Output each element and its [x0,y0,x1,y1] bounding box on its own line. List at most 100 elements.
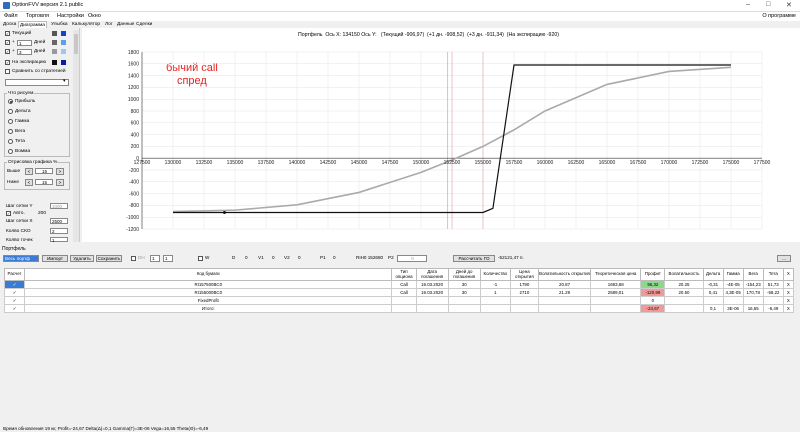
plus3-color-swatch-2[interactable] [61,49,66,54]
column-header[interactable]: Тип опциона [391,268,417,281]
current-color-swatch[interactable] [52,31,57,36]
strategy-select[interactable] [5,79,69,86]
plus1-color-swatch-2[interactable] [61,40,66,45]
column-header[interactable]: Код бумаги [24,268,393,281]
table-cell: -120,99 [640,288,666,297]
menu-settings[interactable]: Настройки [57,13,84,19]
row-delete-button[interactable]: X [782,288,795,297]
calc-checkbox-cell[interactable]: ✓ [3,280,26,289]
dh-checkbox[interactable] [131,256,136,261]
close-icon[interactable]: ✕ [786,1,792,9]
column-header[interactable]: Дельта [702,268,724,281]
calc-checkbox-cell[interactable]: ✓ [3,288,26,297]
y-tick-label: 600 [131,121,140,127]
points-input[interactable]: 1 [50,237,68,243]
table-cell [391,296,417,305]
table-cell: 1790 [509,280,539,289]
x-tick-label: 157500 [506,160,523,166]
row-delete-button[interactable]: X [782,280,795,289]
tab-diagram[interactable]: Диаграмма [18,21,47,28]
tab-board[interactable]: Доска [2,21,17,28]
radio-delta[interactable] [8,109,13,114]
tab-deals[interactable]: Сделки [135,21,153,28]
grid-x-input[interactable]: 2500 [50,218,68,224]
menu-window[interactable]: Окно [88,13,101,19]
column-header[interactable]: Гамма [722,268,744,281]
maximize-icon[interactable]: □ [766,1,770,8]
column-header[interactable]: Теоретическая цена [590,268,642,281]
above-input[interactable]: 15 [35,168,53,174]
v2-value: 0 [298,255,301,260]
dh-input-1[interactable]: 1 [150,255,160,262]
table-row[interactable]: ✓ FixedProfit 0 X [3,296,795,305]
plus3-color-swatch[interactable] [52,49,57,54]
plus1-days-input[interactable]: 1 [17,40,32,46]
portfolio-select[interactable]: Весь портф [3,255,39,262]
plus1-checkbox[interactable]: ✓ [5,40,10,45]
y-tick-label: -1000 [126,215,139,221]
radio-gamma[interactable] [8,119,13,124]
menu-file[interactable]: Файл [4,13,18,19]
delete-button[interactable]: Удалить [70,255,94,262]
plus1-color-swatch[interactable] [52,40,57,45]
w-checkbox[interactable] [198,256,203,261]
p2-input[interactable]: 0 [397,255,427,262]
expiry-color-swatch[interactable] [52,60,57,65]
current-color-swatch-2[interactable] [61,31,66,36]
below-decrease-button[interactable]: < [25,179,33,186]
plus3-checkbox[interactable]: ✓ [5,49,10,54]
tab-data[interactable]: Данные [116,21,135,28]
column-header[interactable]: Вега [742,268,764,281]
scrollbar-thumb[interactable] [74,34,78,54]
calc-checkbox-cell[interactable]: ✓ [3,296,26,305]
column-header[interactable]: Волатильность открытия [537,268,592,281]
radio-profit[interactable] [8,99,13,104]
compare-checkbox[interactable] [5,69,10,74]
above-decrease-button[interactable]: < [25,168,33,175]
column-header[interactable]: Количество [479,268,511,281]
column-header[interactable]: X [782,268,795,281]
column-header[interactable]: Расчет [3,268,26,281]
column-header[interactable]: Дней до погашения [447,268,481,281]
chevron-down-icon[interactable]: ▾ [63,79,65,84]
calc-checkbox-cell[interactable]: ✓ [3,304,26,313]
tab-log[interactable]: Лог [104,21,114,28]
menu-trading[interactable]: Торговля [26,13,49,19]
radio-vomma[interactable] [8,149,13,154]
row-delete-button[interactable]: X [782,304,795,313]
grid-y-input[interactable]: 1000 [50,203,68,209]
portfolio-table: Расчет Код бумаги Тип опциона Дата погашени… [3,268,795,313]
row-delete-button[interactable]: X [782,296,795,305]
current-checkbox[interactable]: ✓ [5,31,10,36]
dh-input-2[interactable]: 1 [163,255,173,262]
auto-checkbox[interactable]: ✓ [6,211,11,216]
expiry-color-swatch-2[interactable] [61,60,66,65]
table-row[interactable]: ✓ RI157500BC0 Call 19.03.2020 30 -1 1790 20.87 1… [3,280,795,289]
calc-go-button[interactable]: Рассчитать ГО [453,255,495,262]
left-panel-scrollbar[interactable] [73,30,79,242]
column-header[interactable]: Цена открытия [509,268,539,281]
tab-calculator[interactable]: Калькулятор [71,21,101,28]
below-increase-button[interactable]: > [56,179,64,186]
tab-smile[interactable]: Улыбка [50,21,69,28]
below-input[interactable]: 15 [35,179,53,185]
menu-about[interactable]: О программе [762,13,796,19]
column-header[interactable]: Дата погашения [415,268,449,281]
sko-input[interactable]: 2 [50,228,68,234]
import-button[interactable]: Импорт [42,255,68,262]
expiry-checkbox[interactable]: ✓ [5,60,10,65]
minimize-icon[interactable]: – [746,1,750,8]
above-increase-button[interactable]: > [56,168,64,175]
table-row[interactable]: ✓ Итого: -24,67 0,1 3E-06 16,55 -6,49 X [3,304,795,313]
radio-theta[interactable] [8,139,13,144]
column-header[interactable]: Волатильность [664,268,704,281]
app-icon [3,2,10,9]
radio-vega[interactable] [8,129,13,134]
more-button[interactable]: ... [777,255,791,262]
table-row[interactable]: ✓ RI155000BC0 Call 19.03.2020 30 1 2710 21.29 25… [3,288,795,297]
column-header[interactable]: Профит [640,268,666,281]
plus3-days-input[interactable]: 3 [17,49,32,55]
save-button[interactable]: Сохранить [96,255,122,262]
column-header[interactable]: Тета [762,268,784,281]
table-cell: -4E-05 [722,280,744,289]
